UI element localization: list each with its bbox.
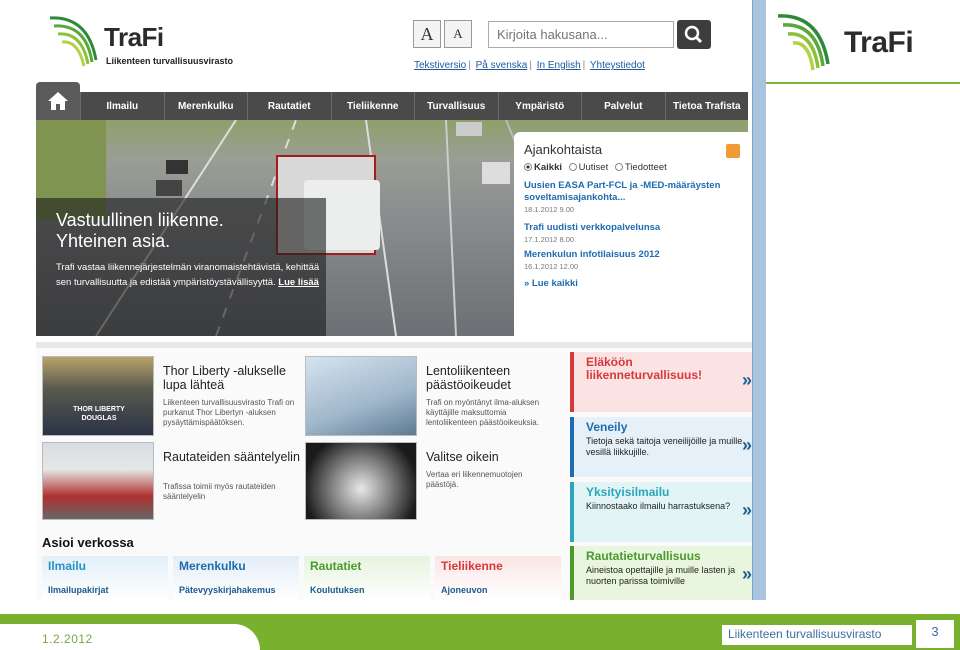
scrollbar[interactable]	[752, 0, 766, 600]
card-title[interactable]: Thor Liberty -alukselle lupa lähteä	[163, 364, 303, 392]
news-panel: Ajankohtaista Kaikki Uutiset Tiedotteet …	[514, 132, 748, 336]
link-swedish[interactable]: På svenska	[476, 60, 528, 71]
home-icon	[48, 92, 68, 110]
search-icon	[684, 25, 703, 44]
read-all-news-link[interactable]: » Lue kaikki	[524, 278, 578, 289]
radio-tiedotteet[interactable]	[614, 163, 623, 171]
link-text-version[interactable]: Tekstiversio	[414, 60, 466, 71]
link-english[interactable]: In English	[537, 60, 581, 71]
news-filter: Kaikki Uutiset Tiedotteet	[524, 162, 667, 173]
nav-item-turvallisuus[interactable]: Turvallisuus	[414, 92, 498, 120]
nav-item-ymparisto[interactable]: Ympäristö	[497, 92, 582, 120]
nav-item-palvelut[interactable]: Palvelut	[581, 92, 665, 120]
radio-kaikki[interactable]	[524, 163, 532, 171]
nav-item-tietoa-trafista[interactable]: Tietoa Trafista	[664, 92, 749, 120]
card-title[interactable]: Valitse oikein	[426, 450, 556, 464]
card-text: Vertaa eri liikennemuotojen päästöjä.	[426, 470, 523, 489]
radio-uutiset[interactable]	[568, 163, 577, 171]
top-links: Tekstiversio | På svenska | In English | Yh…	[414, 60, 645, 71]
slide-date: 1.2.2012	[42, 632, 93, 646]
hero-read-more-link[interactable]: Lue lisää	[278, 277, 319, 288]
card-title[interactable]: Rautateiden sääntelyelin	[163, 450, 303, 464]
service-tieliikenne[interactable]: Tieliikenne Ajoneuvon	[435, 556, 561, 600]
slide-page-number: 3	[916, 620, 954, 648]
service-ilmailu[interactable]: Ilmailu Ilmailupakirjat	[42, 556, 168, 600]
card-text: Trafi on myöntänyt ilma-aluksen käyttäji…	[426, 398, 540, 427]
news-item[interactable]: Merenkulun infotilaisuus 2012 16.1.2012 …	[524, 249, 744, 271]
chevron-right-icon: »	[741, 370, 752, 390]
news-item[interactable]: Uusien EASA Part-FCL ja -MED-määräysten …	[524, 180, 744, 214]
train-image[interactable]	[42, 442, 154, 520]
search-input[interactable]	[488, 21, 674, 48]
link-contact[interactable]: Yhteystiedot	[590, 60, 645, 71]
chevron-right-icon: »	[741, 500, 752, 520]
ship-image[interactable]: THOR LIBERTY DOUGLAS	[42, 356, 154, 436]
card-text: Trafissa toimii myös rautateiden sääntel…	[163, 482, 276, 501]
divider-line	[766, 82, 960, 84]
logo-text: TraFi	[104, 22, 164, 52]
airplane-wing-image[interactable]	[305, 356, 417, 436]
hero-title: Vastuullinen liikenne. Yhteinen asia.	[56, 210, 224, 251]
chevron-right-icon: »	[741, 564, 752, 584]
home-button[interactable]	[36, 82, 80, 120]
nav-item-ilmailu[interactable]: Ilmailu	[80, 92, 164, 120]
slide-organization: Liikenteen turvallisuusvirasto	[722, 625, 912, 645]
banner-rautatieturvallisuus[interactable]: Rautatieturvallisuus Aineistoa opettajil…	[570, 546, 760, 600]
card-title[interactable]: Lentoliikenteen päästöoikeudet	[426, 364, 556, 392]
card-text: Liikenteen turvallisuusvirasto Trafi on …	[163, 398, 295, 427]
news-title: Ajankohtaista	[524, 142, 603, 157]
font-small-button[interactable]: A	[444, 20, 472, 48]
hero-text: Trafi vastaa liikennejärjestelmän virano…	[56, 262, 320, 288]
banner-liikenneturvallisuus[interactable]: Eläköön liikenneturvallisuus! »	[570, 352, 760, 412]
exhaust-pipe-image[interactable]	[305, 442, 417, 520]
rss-icon[interactable]	[726, 144, 740, 158]
banner-yksityisilmailu[interactable]: Yksityisilmailu Kiinnostaako ilmailu har…	[570, 482, 760, 542]
website-screenshot: TraFi Liikenteen turvallisuusvirasto A A…	[0, 0, 766, 600]
logo-subtitle: Liikenteen turvallisuusvirasto	[106, 56, 234, 66]
slide-logo-text: TraFi	[844, 26, 914, 59]
presentation-slide: TraFi Liikenteen turvallisuusvirasto A A…	[0, 0, 960, 650]
service-rautatiet[interactable]: Rautatiet Koulutuksen	[304, 556, 430, 600]
chevron-right-icon: »	[741, 435, 752, 455]
online-services-title: Asioi verkossa	[42, 535, 134, 550]
nav-item-rautatiet[interactable]: Rautatiet	[247, 92, 331, 120]
banner-veneily[interactable]: Veneily Tietoja sekä taitoja veneilijöil…	[570, 417, 760, 477]
nav-item-merenkulku[interactable]: Merenkulku	[163, 92, 248, 120]
font-large-button[interactable]: A	[413, 20, 441, 48]
main-navigation: Ilmailu Merenkulku Rautatiet Tieliikenne…	[36, 82, 749, 120]
service-merenkulku[interactable]: Merenkulku Pätevyyskirjahakemus	[173, 556, 299, 600]
search-button[interactable]	[677, 20, 711, 49]
news-item[interactable]: Trafi uudisti verkkopalvelunsa 17.1.2012…	[524, 222, 744, 244]
nav-item-tieliikenne[interactable]: Tieliikenne	[330, 92, 415, 120]
